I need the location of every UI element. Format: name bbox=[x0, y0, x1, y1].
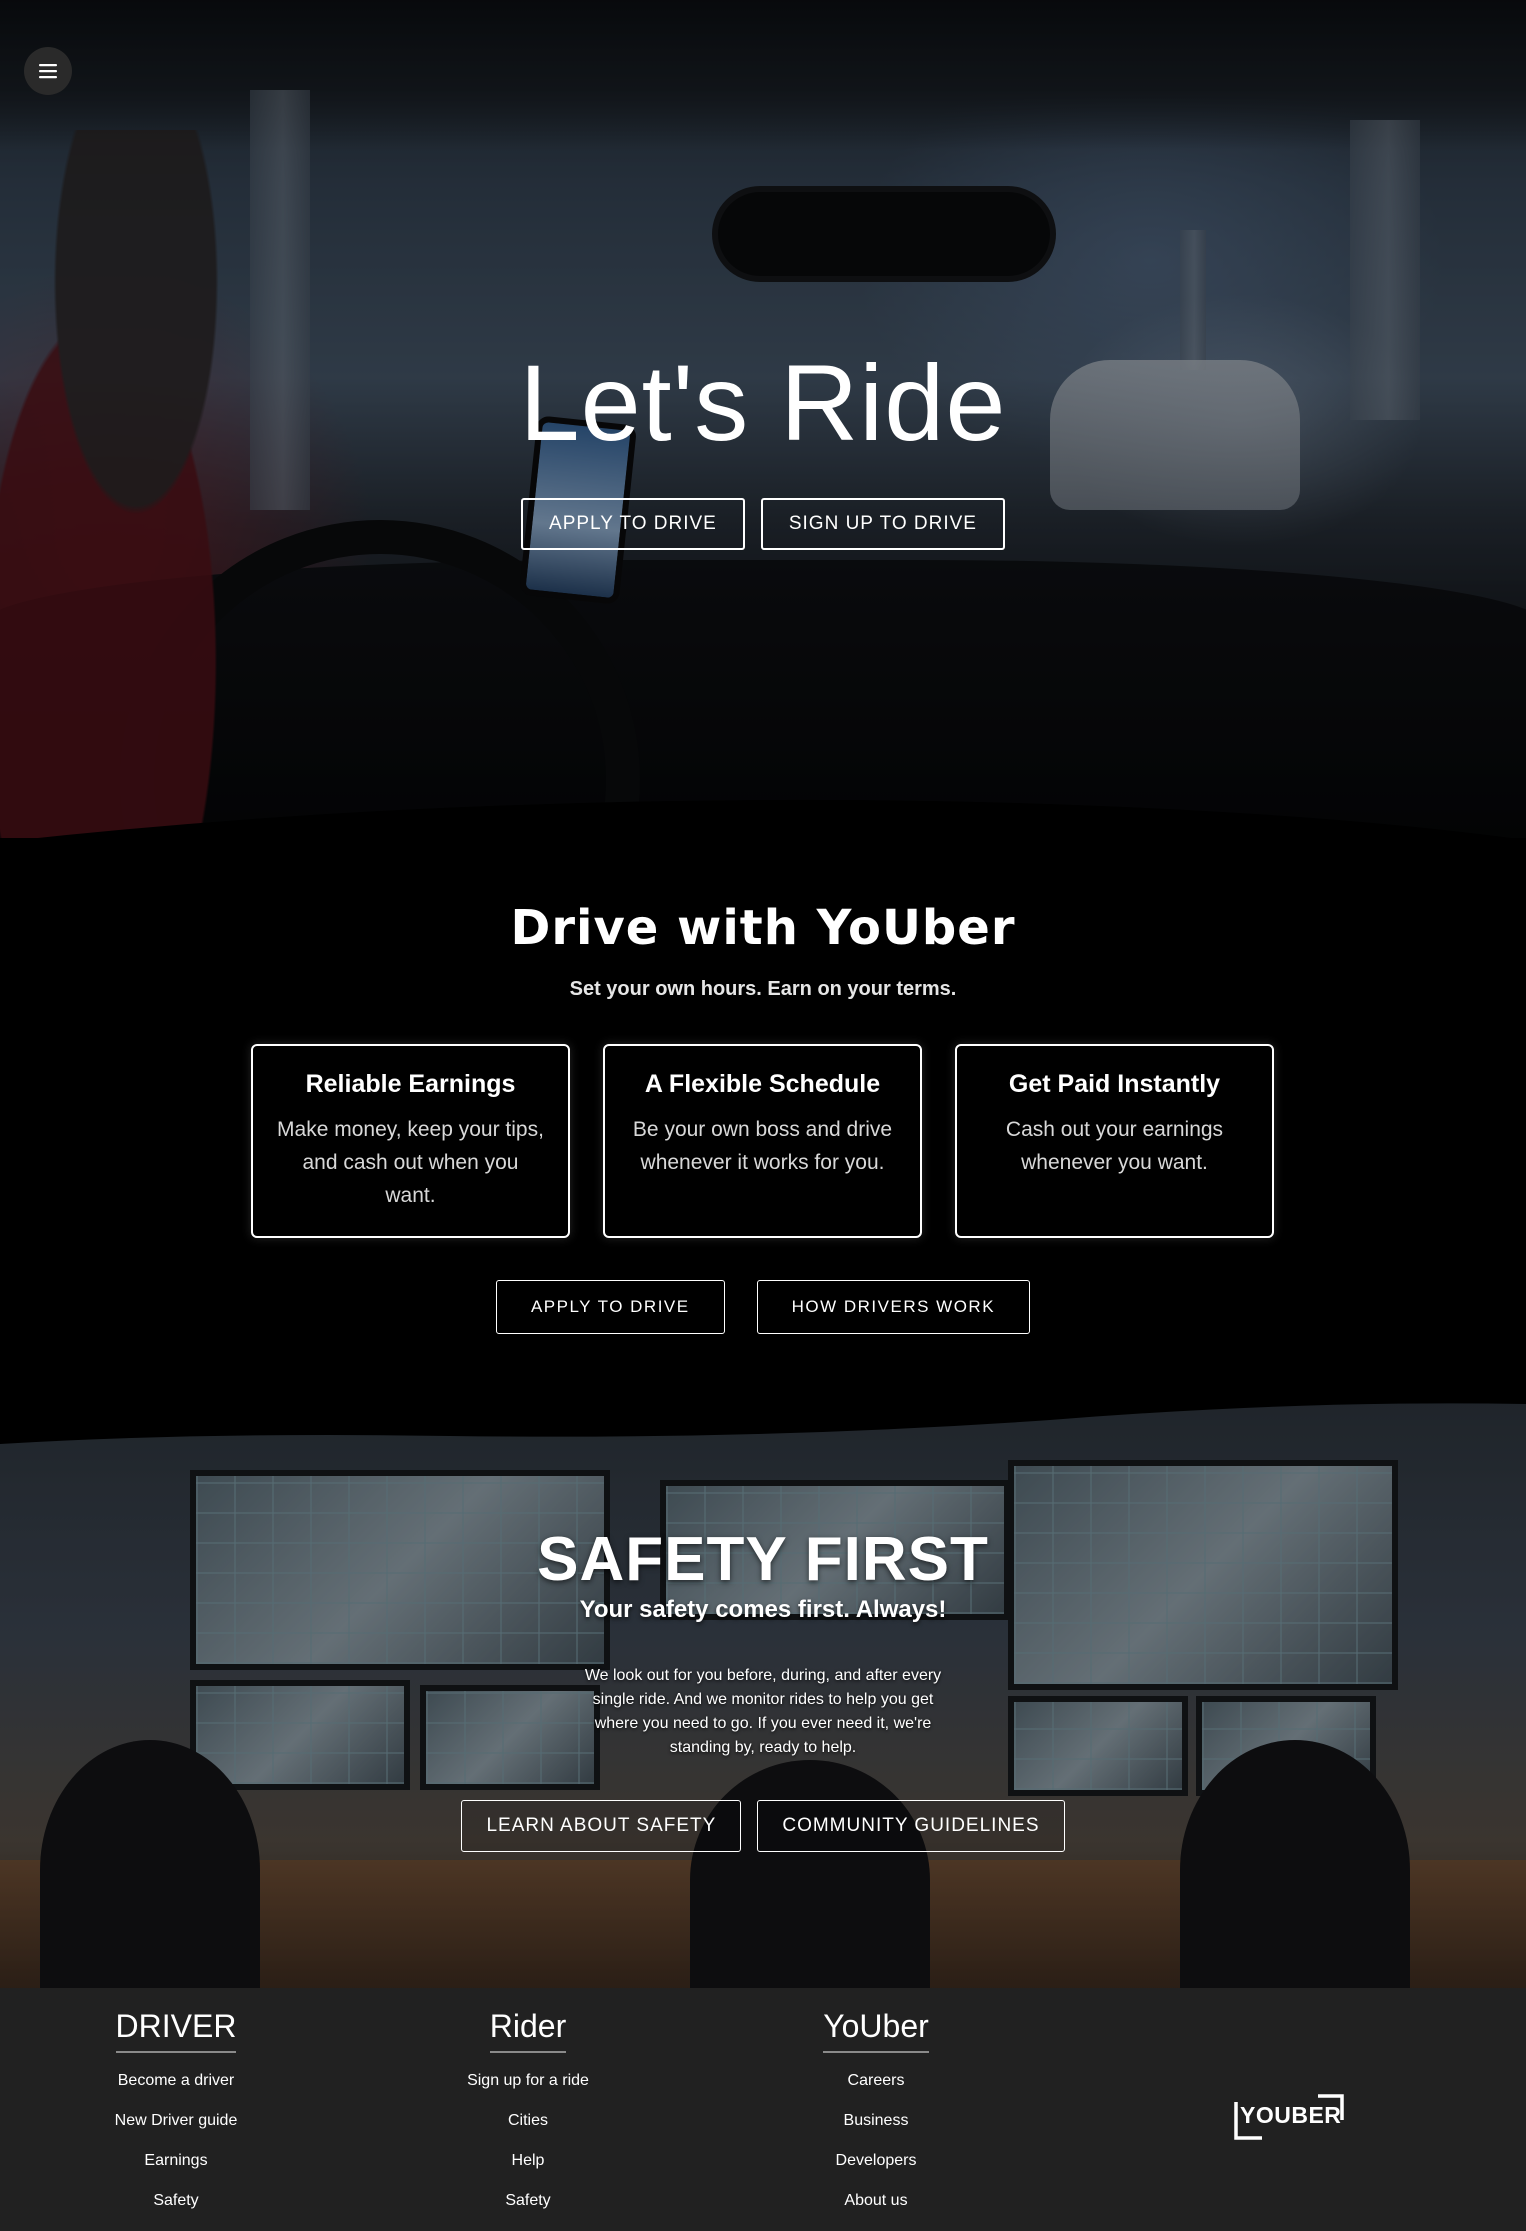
hamburger-menu-icon bbox=[38, 63, 58, 79]
footer-link-cities[interactable]: Cities bbox=[508, 2112, 548, 2129]
apply-to-drive-button[interactable]: APPLY TO DRIVE bbox=[495, 1280, 725, 1334]
section-wave-divider bbox=[0, 1400, 1526, 1444]
footer-heading: YoUber bbox=[823, 2008, 929, 2053]
hero-sign-up-to-drive-button[interactable]: SIGN UP TO DRIVE bbox=[760, 498, 1005, 550]
footer-link-sign-up-for-a-ride[interactable]: Sign up for a ride bbox=[467, 2072, 589, 2089]
footer-link-about-us[interactable]: About us bbox=[844, 2192, 907, 2209]
footer-link-rider-safety[interactable]: Safety bbox=[505, 2192, 550, 2209]
safety-title: SAFETY FIRST bbox=[537, 1525, 989, 1594]
footer-link-business[interactable]: Business bbox=[844, 2112, 909, 2129]
benefit-card-flexible-schedule: A Flexible Schedule Be your own boss and… bbox=[603, 1044, 922, 1238]
footer-heading: Rider bbox=[489, 2008, 567, 2053]
hero-actions: APPLY TO DRIVE SIGN UP TO DRIVE bbox=[0, 498, 1526, 550]
community-guidelines-button[interactable]: COMMUNITY GUIDELINES bbox=[757, 1800, 1065, 1852]
footer-link-new-driver-guide[interactable]: New Driver guide bbox=[115, 2112, 238, 2129]
footer-link-earnings[interactable]: Earnings bbox=[144, 2152, 207, 2169]
drive-actions: APPLY TO DRIVE HOW DRIVERS WORK bbox=[0, 1280, 1526, 1334]
learn-about-safety-button[interactable]: LEARN ABOUT SAFETY bbox=[461, 1800, 742, 1852]
benefit-card-title: Get Paid Instantly bbox=[1008, 1070, 1221, 1098]
safety-subtitle: Your safety comes first. Always! bbox=[579, 1596, 947, 1623]
benefit-card-body: Cash out your earnings whenever you want… bbox=[1005, 1118, 1224, 1174]
drive-subtitle: Set your own hours. Earn on your terms. bbox=[569, 978, 957, 1000]
logo-text: YOUBER bbox=[1240, 2102, 1341, 2128]
hero-section: Let's Ride APPLY TO DRIVE SIGN UP TO DRI… bbox=[0, 0, 1526, 840]
hero-apply-to-drive-button[interactable]: APPLY TO DRIVE bbox=[521, 498, 745, 550]
hero-title: Let's Ride bbox=[519, 342, 1007, 463]
footer-column-rider: Rider Sign up for a ride Cities Help Saf… bbox=[452, 2008, 604, 2231]
footer-link-driver-safety[interactable]: Safety bbox=[153, 2192, 198, 2209]
safety-section: SAFETY FIRST Your safety comes first. Al… bbox=[0, 1400, 1526, 1988]
section-wave-divider bbox=[0, 799, 1526, 842]
benefit-card-reliable-earnings: Reliable Earnings Make money, keep your … bbox=[251, 1044, 570, 1238]
drive-title: Drive with YoUber bbox=[510, 900, 1016, 956]
benefit-card-get-paid-instantly: Get Paid Instantly Cash out your earning… bbox=[955, 1044, 1274, 1238]
benefit-card-title: Reliable Earnings bbox=[305, 1070, 516, 1098]
youber-logo[interactable]: YOUBER bbox=[1226, 2090, 1348, 2142]
footer-link-careers[interactable]: Careers bbox=[848, 2072, 905, 2089]
menu-button[interactable] bbox=[24, 47, 72, 95]
footer-column-driver: DRIVER Become a driver New Driver guide … bbox=[100, 2008, 252, 2231]
drive-section: Drive with YoUber Set your own hours. Ea… bbox=[0, 838, 1526, 1440]
footer: DRIVER Become a driver New Driver guide … bbox=[0, 1988, 1526, 2231]
footer-heading: DRIVER bbox=[115, 2008, 237, 2053]
how-drivers-work-button[interactable]: HOW DRIVERS WORK bbox=[756, 1280, 1031, 1334]
safety-body: We look out for you before, during, and … bbox=[584, 1667, 942, 1756]
benefit-card-body: Make money, keep your tips, and cash out… bbox=[277, 1118, 544, 1207]
benefit-cards: Reliable Earnings Make money, keep your … bbox=[251, 1044, 1275, 1238]
footer-link-help[interactable]: Help bbox=[512, 2152, 545, 2169]
safety-actions: LEARN ABOUT SAFETY COMMUNITY GUIDELINES bbox=[0, 1800, 1526, 1852]
benefit-card-body: Be your own boss and drive whenever it w… bbox=[632, 1118, 893, 1174]
footer-column-youber: YoUber Careers Business Developers About… bbox=[800, 2008, 952, 2231]
footer-link-developers[interactable]: Developers bbox=[836, 2152, 917, 2169]
benefit-card-title: A Flexible Schedule bbox=[644, 1070, 881, 1098]
footer-link-become-a-driver[interactable]: Become a driver bbox=[118, 2072, 235, 2089]
